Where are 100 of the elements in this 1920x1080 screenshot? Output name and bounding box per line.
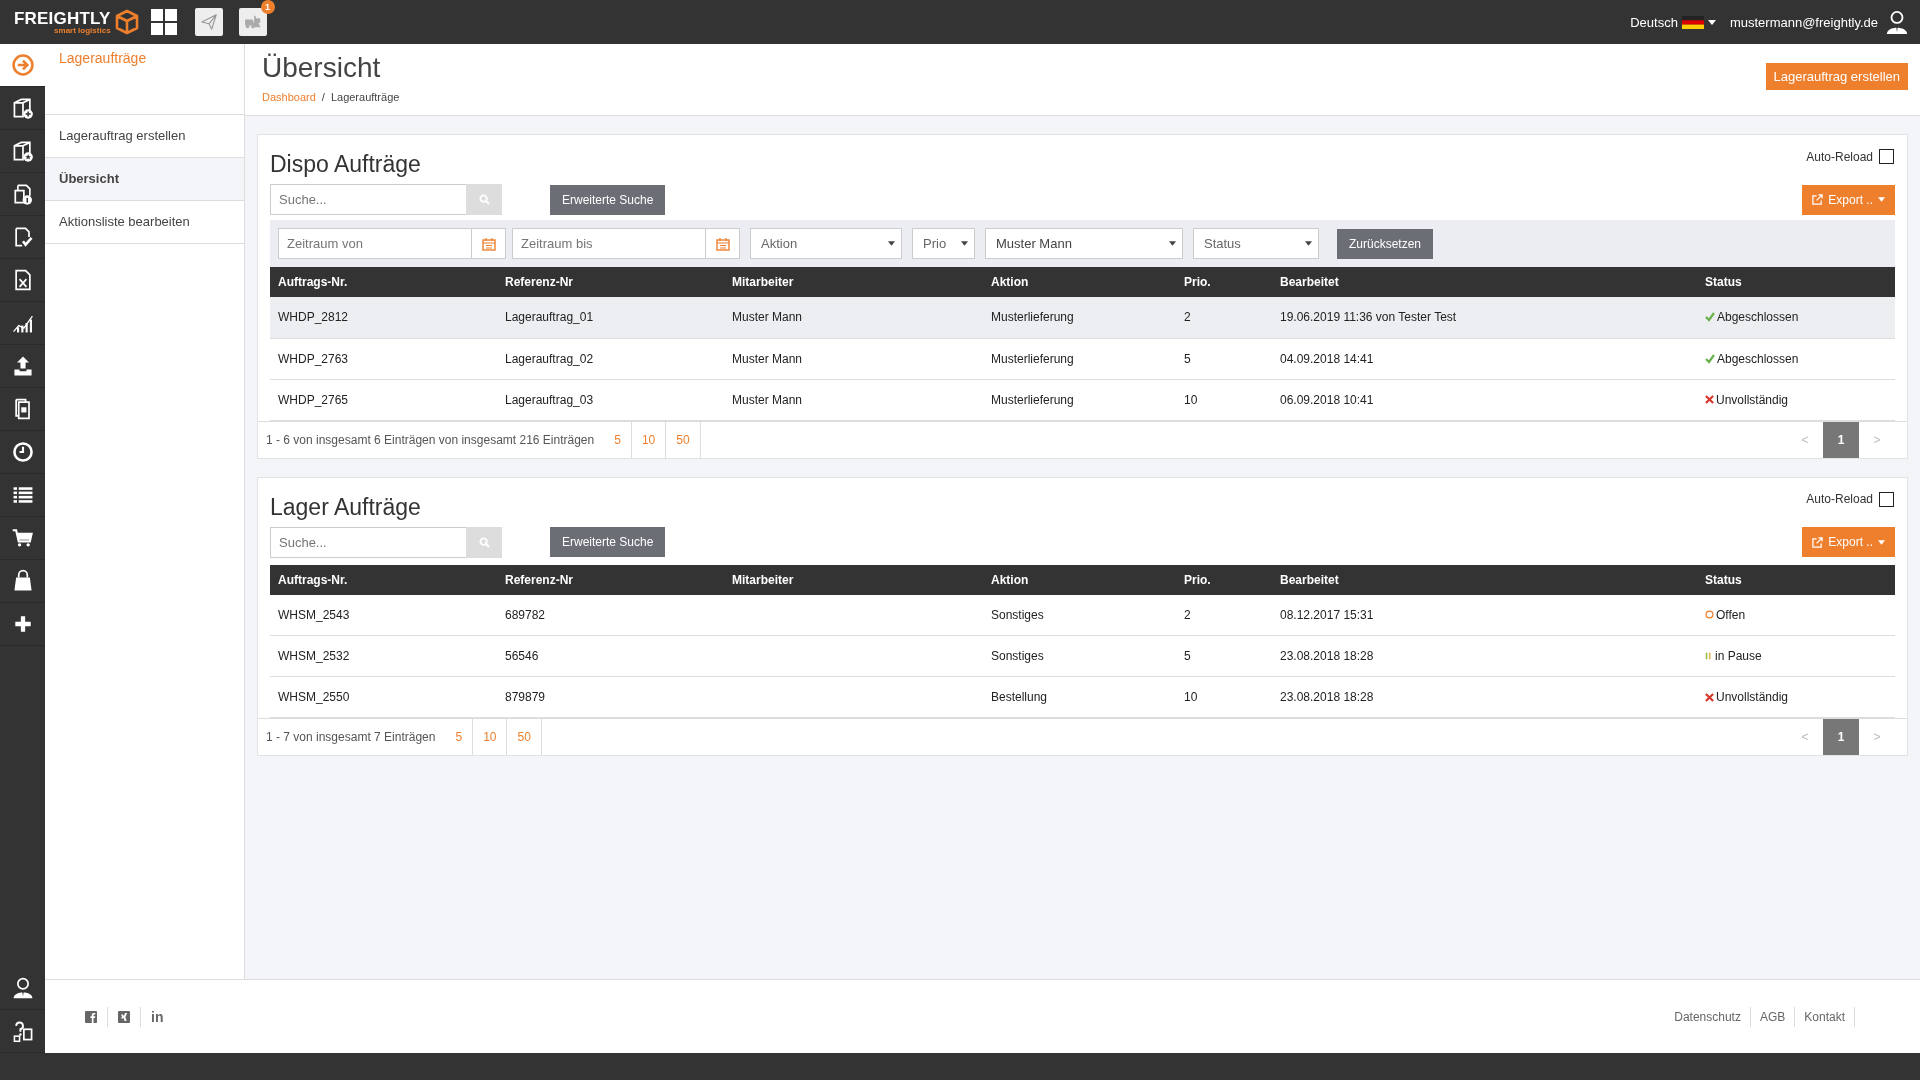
search-icon	[478, 536, 490, 548]
forklift-button[interactable]	[238, 8, 267, 36]
cube-logo-icon	[114, 9, 139, 35]
check-icon	[1705, 312, 1715, 323]
table-cell: WHSM_2532	[270, 635, 497, 677]
table-cell: WHDP_2812	[270, 297, 497, 338]
xing-icon[interactable]	[118, 1010, 130, 1023]
paper-plane-icon	[199, 13, 218, 31]
column-header[interactable]: Bearbeitet	[1272, 564, 1697, 595]
status-label: Unvollständig	[1705, 392, 1887, 407]
select-field[interactable]: Status	[1193, 228, 1319, 259]
send-button[interactable]	[194, 8, 223, 36]
column-header[interactable]: Prio.	[1176, 267, 1272, 297]
caret-icon	[1878, 197, 1885, 202]
entries-summary: 1 - 7 von insgesamt 7 Einträgen	[265, 729, 437, 746]
table-cell: Muster Mann	[724, 338, 983, 379]
arrow-circle-icon	[10, 53, 35, 77]
table-cell: Musterlieferung	[983, 297, 1176, 338]
advanced-search-button[interactable]: Erweiterte Suche	[550, 184, 666, 215]
table-cell: Lagerauftrag_03	[497, 379, 724, 420]
footer-link[interactable]: Kontakt	[1795, 1006, 1855, 1027]
page-button[interactable]: 1	[1823, 719, 1859, 755]
column-header[interactable]: Mitarbeiter	[724, 267, 983, 297]
table-cell: 06.09.2018 10:41	[1272, 379, 1697, 420]
column-header[interactable]: Auftrags-Nr.	[270, 564, 497, 595]
status-label: Abgeschlossen	[1705, 351, 1887, 366]
table-cell: 08.12.2017 15:31	[1272, 594, 1697, 636]
language-selector[interactable]: Deutsch	[1630, 14, 1716, 30]
table-cell: Muster Mann	[724, 297, 983, 338]
user-email[interactable]: mustermann@freightly.de	[1729, 14, 1878, 30]
table-cell: 23.08.2018 18:28	[1272, 635, 1697, 677]
advanced-search-button[interactable]: Erweiterte Suche	[550, 527, 666, 557]
table-cell: Musterlieferung	[983, 379, 1176, 420]
sidebar-item[interactable]: Aktionsliste bearbeiten	[45, 201, 244, 244]
select-field[interactable]: Prio	[912, 228, 975, 259]
entries-summary: 1 - 6 von insgesamt 6 Einträgen von insgesamt 216 Einträgen	[265, 431, 596, 449]
column-header[interactable]: Referenz-Nr	[497, 267, 724, 297]
table-cell: Lagerauftrag_02	[497, 338, 724, 379]
shopping-cart-icon	[10, 526, 35, 550]
caret-icon	[961, 241, 968, 246]
column-header[interactable]: Mitarbeiter	[724, 564, 983, 595]
page-button[interactable]: 1	[1823, 421, 1859, 458]
search-field[interactable]: Suche...	[270, 184, 466, 215]
check-icon	[1705, 353, 1715, 364]
facebook-icon[interactable]	[85, 1010, 97, 1023]
status-label: Offen	[1705, 607, 1887, 622]
circle-icon	[1705, 610, 1714, 620]
select-field[interactable]: Aktion	[750, 228, 902, 259]
column-header[interactable]: Aktion	[983, 564, 1176, 595]
table-cell: 2	[1176, 594, 1272, 636]
table-cell: 5	[1176, 338, 1272, 379]
external-link-icon	[1812, 194, 1824, 205]
table-cell: WHDP_2763	[270, 338, 497, 379]
table-cell: Sonstiges	[983, 635, 1176, 677]
table-cell: Bestellung	[983, 676, 1176, 718]
cross-icon	[1705, 395, 1714, 404]
logo-text: FREIGHTLY	[14, 9, 111, 27]
grid-icon[interactable]	[150, 9, 177, 35]
column-header[interactable]: Bearbeitet	[1272, 267, 1697, 297]
caret-icon	[1878, 539, 1885, 545]
nav-item[interactable]	[0, 44, 45, 87]
external-link-icon	[1812, 536, 1824, 548]
table-cell: 10	[1176, 676, 1272, 718]
column-header[interactable]: Referenz-Nr	[497, 564, 724, 595]
search-icon	[478, 194, 490, 205]
reset-button[interactable]: Zurücksetzen	[1337, 228, 1434, 259]
column-header[interactable]: Auftrags-Nr.	[270, 267, 497, 297]
date-field[interactable]: Zeitraum bis	[512, 228, 706, 259]
sidebar-item[interactable]: Übersicht	[45, 158, 244, 201]
footer-link[interactable]: AGB	[1750, 1006, 1796, 1027]
card-title: Lager Aufträge	[270, 493, 421, 521]
column-header[interactable]: Aktion	[983, 267, 1176, 297]
page-title: Übersicht	[262, 52, 382, 84]
table-cell: 879879	[497, 676, 724, 718]
status-label: Abgeschlossen	[1705, 310, 1887, 325]
sidebar-title: Lageraufträge	[59, 50, 147, 66]
caret-icon	[888, 241, 895, 246]
status-label: in Pause	[1705, 649, 1887, 663]
column-header[interactable]: Status	[1697, 267, 1895, 297]
pause-icon	[1705, 651, 1713, 661]
table-cell: WHDP_2765	[270, 379, 497, 420]
notification-badge: 1	[260, 0, 275, 14]
table-cell: WHSM_2550	[270, 676, 497, 718]
auto-reload-checkbox[interactable]	[1879, 491, 1894, 507]
footer-link[interactable]: Datenschutz	[1665, 1006, 1751, 1027]
auto-reload-label: Auto-Reload	[1806, 149, 1873, 164]
table-cell: 56546	[497, 635, 724, 677]
column-header[interactable]: Status	[1697, 564, 1895, 595]
cross-icon	[1705, 692, 1714, 702]
date-field[interactable]: Zeitraum von	[278, 228, 472, 259]
search-field[interactable]: Suche...	[270, 526, 466, 558]
table-cell: 23.08.2018 18:28	[1272, 676, 1697, 718]
column-header[interactable]: Prio.	[1176, 564, 1272, 595]
select-field[interactable]: Muster Mann	[985, 228, 1183, 259]
user-icon[interactable]	[1886, 10, 1908, 34]
logo-tagline: smart logistics	[54, 26, 111, 35]
table-cell: 5	[1176, 635, 1272, 677]
table-cell: Muster Mann	[724, 379, 983, 420]
linkedin-icon[interactable]: in	[151, 1008, 164, 1025]
auto-reload-checkbox[interactable]	[1879, 149, 1894, 164]
